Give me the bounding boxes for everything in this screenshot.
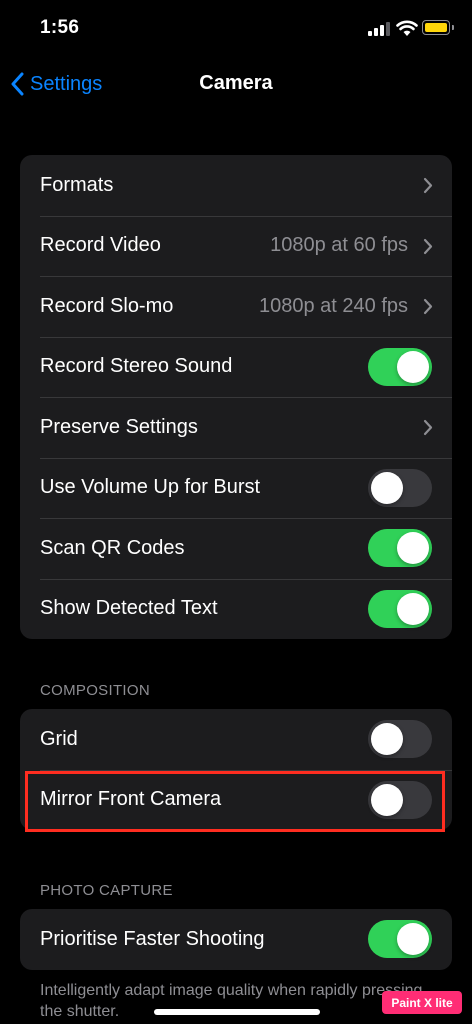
photo-capture-section-header: PHOTO CAPTURE [40,882,173,899]
chevron-right-icon [423,419,433,436]
grid-row: Grid [20,709,452,770]
watermark-logo: Paint X lite [382,991,462,1014]
prioritise-faster-shooting-toggle[interactable] [368,920,432,959]
navigation-bar: Settings Camera [0,60,472,108]
row-label: Record Stereo Sound [40,355,233,378]
scan-qr-codes-toggle[interactable] [368,529,432,568]
page-title: Camera [199,72,273,94]
status-time: 1:56 [40,17,80,38]
row-label: Grid [40,727,78,750]
prioritise-faster-shooting-row: Prioritise Faster Shooting [20,909,452,970]
wifi-icon [396,20,418,36]
scan-qr-codes-row: Scan QR Codes [20,518,452,579]
row-label: Record Slo-mo [40,294,174,317]
row-label: Preserve Settings [40,415,198,438]
signal-icon [368,22,390,36]
row-label: Scan QR Codes [40,536,185,559]
row-value: 1080p at 240 fps [258,294,408,317]
formats-row[interactable]: Formats [20,155,452,216]
row-label: Prioritise Faster Shooting [40,927,265,950]
record-video-row[interactable]: Record Video 1080p at 60 fps [20,215,452,277]
record-slo-mo-row[interactable]: Record Slo-mo 1080p at 240 fps [20,276,452,337]
row-label: Formats [40,173,114,196]
chevron-right-icon [423,238,433,254]
row-label: Use Volume Up for Burst [40,476,261,499]
volume-burst-row: Use Volume Up for Burst [20,457,452,519]
chevron-right-icon [423,177,433,194]
record-stereo-sound-toggle[interactable] [368,347,432,386]
home-indicator[interactable] [154,1009,320,1015]
volume-burst-toggle[interactable] [368,468,432,507]
row-label: Show Detected Text [40,597,218,620]
photo-capture-footer-note: Intelligently adapt image quality when r… [40,982,423,1020]
camera-settings-group: Formats Record Video 1080p at 60 fps Rec… [20,155,452,639]
show-detected-text-row: Show Detected Text [20,578,452,640]
grid-toggle[interactable] [368,720,432,759]
highlight-annotation-box [25,771,445,832]
show-detected-text-toggle[interactable] [368,589,432,628]
photo-capture-group: Prioritise Faster Shooting [20,909,452,970]
composition-section-header: COMPOSITION [40,682,150,699]
preserve-settings-row[interactable]: Preserve Settings [20,397,452,458]
battery-icon [422,20,454,35]
status-bar: 1:56 [0,0,472,56]
row-value: 1080p at 60 fps [270,234,408,257]
record-stereo-sound-row: Record Stereo Sound [20,336,452,398]
row-label: Record Video [40,234,161,257]
chevron-right-icon [423,298,433,315]
